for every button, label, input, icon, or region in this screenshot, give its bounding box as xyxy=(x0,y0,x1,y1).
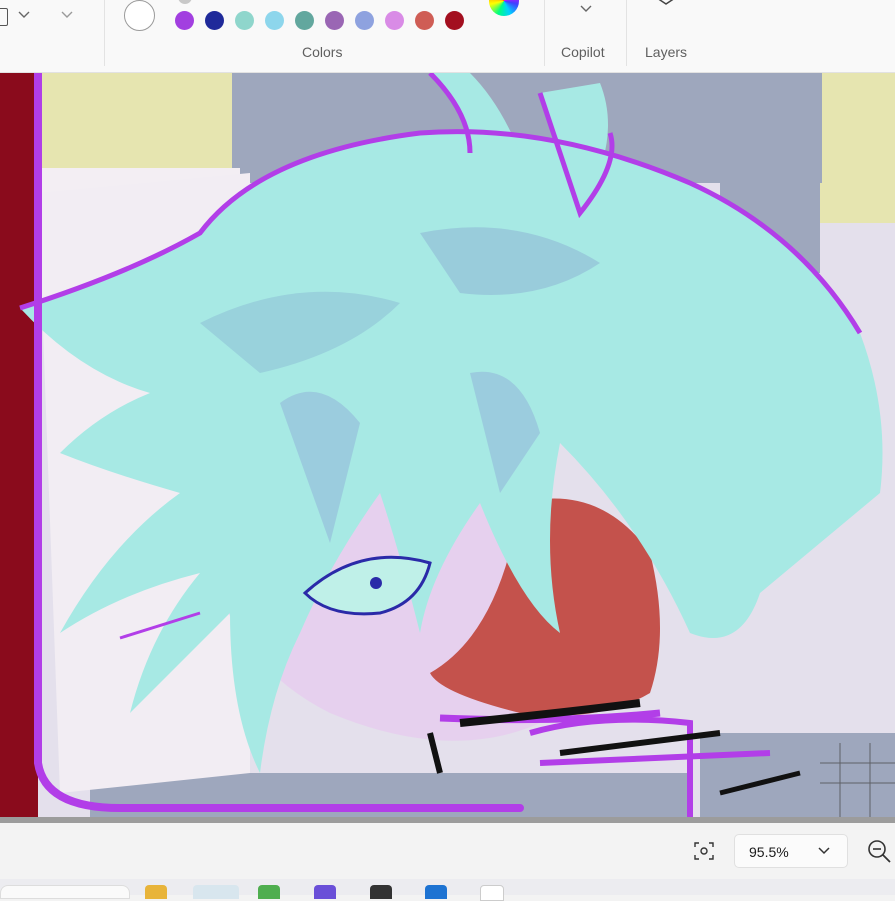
fit-to-window-button[interactable] xyxy=(690,838,718,864)
app-icon[interactable] xyxy=(314,885,336,899)
app-icon[interactable] xyxy=(425,885,447,899)
app-icon[interactable] xyxy=(480,885,504,901)
color-swatch[interactable] xyxy=(445,11,464,30)
fit-to-window-icon xyxy=(694,842,714,860)
chevron-down-icon[interactable] xyxy=(61,11,73,19)
app-icon[interactable] xyxy=(258,885,280,899)
artwork xyxy=(0,73,895,817)
color-swatch[interactable] xyxy=(385,11,404,30)
zoom-value: 95.5% xyxy=(749,844,789,860)
status-bar: 95.5% xyxy=(0,823,895,879)
color-swatch[interactable] xyxy=(355,11,374,30)
selected-color-swatch[interactable] xyxy=(124,0,155,31)
active-app-icon[interactable] xyxy=(193,885,239,899)
colors-group-label: Colors xyxy=(302,44,343,60)
zoom-level-dropdown[interactable]: 95.5% xyxy=(734,834,848,868)
ribbon-separator xyxy=(104,0,105,66)
taskbar xyxy=(0,879,895,901)
palette-row-top xyxy=(178,0,192,4)
color-swatch[interactable] xyxy=(235,11,254,30)
drawing-canvas[interactable] xyxy=(0,73,895,817)
color-swatch[interactable] xyxy=(265,11,284,30)
layers-icon[interactable] xyxy=(655,0,677,6)
file-explorer-icon[interactable] xyxy=(145,885,167,899)
chevron-down-icon xyxy=(818,847,830,855)
taskbar-search[interactable] xyxy=(0,885,130,899)
zoom-out-icon[interactable] xyxy=(866,838,892,864)
ribbon-toolbar: Colors Copilot Layers xyxy=(0,0,895,73)
color-swatch[interactable] xyxy=(325,11,344,30)
rainbow-color-picker-icon[interactable] xyxy=(489,0,519,16)
chevron-down-icon[interactable] xyxy=(18,11,30,19)
copilot-chevron-icon[interactable] xyxy=(580,5,592,13)
copilot-group-label: Copilot xyxy=(561,44,605,60)
color-swatch[interactable] xyxy=(175,11,194,30)
layers-group-label: Layers xyxy=(645,44,688,60)
app-icon[interactable] xyxy=(370,885,392,899)
partial-tool-icon[interactable] xyxy=(0,8,8,26)
ribbon-separator xyxy=(544,0,545,66)
ribbon-separator xyxy=(626,0,627,66)
color-swatch[interactable] xyxy=(415,11,434,30)
color-swatch[interactable] xyxy=(205,11,224,30)
color-swatch[interactable] xyxy=(295,11,314,30)
